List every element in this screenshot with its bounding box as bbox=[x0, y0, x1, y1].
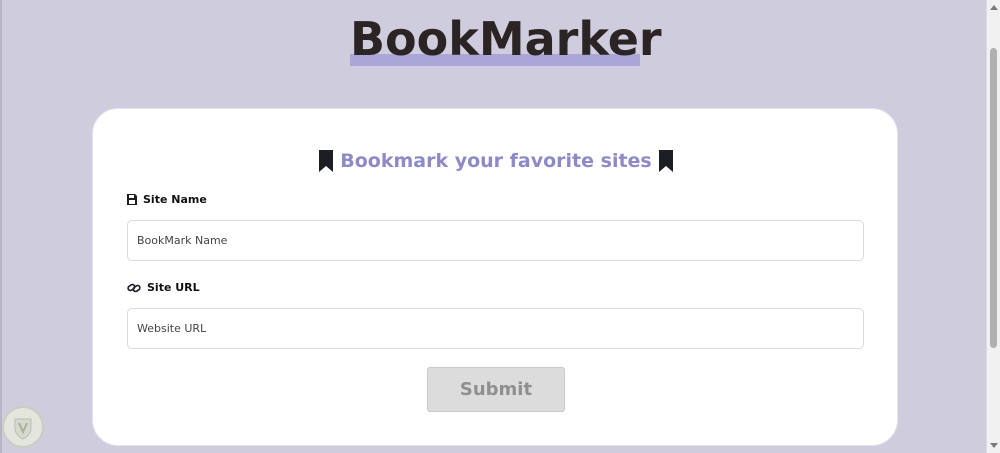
submit-button[interactable]: Submit bbox=[427, 367, 565, 412]
link-icon bbox=[127, 283, 141, 292]
vertical-scrollbar[interactable] bbox=[986, 0, 1000, 453]
form-heading: Bookmark your favorite sites bbox=[93, 147, 899, 175]
site-url-label: Site URL bbox=[127, 281, 200, 294]
scroll-down-arrow-icon[interactable] bbox=[990, 443, 998, 448]
shield-badge-icon bbox=[2, 406, 44, 448]
site-name-label: Site Name bbox=[127, 193, 207, 206]
window-edge bbox=[0, 0, 2, 453]
bookmark-icon bbox=[319, 150, 334, 172]
bookmark-icon bbox=[658, 150, 673, 172]
logo-text: BookMarker bbox=[350, 12, 662, 66]
bookmark-form-card: Bookmark your favorite sites Site Name S… bbox=[92, 108, 898, 446]
form-heading-text: Bookmark your favorite sites bbox=[340, 150, 652, 172]
scroll-up-arrow-icon[interactable] bbox=[990, 5, 998, 10]
logo: BookMarker bbox=[350, 12, 662, 68]
site-name-label-text: Site Name bbox=[143, 193, 207, 206]
site-url-label-text: Site URL bbox=[147, 281, 200, 294]
site-url-input[interactable] bbox=[127, 308, 864, 349]
scroll-thumb[interactable] bbox=[990, 48, 997, 348]
floppy-disk-icon bbox=[127, 194, 137, 205]
site-name-input[interactable] bbox=[127, 220, 864, 261]
